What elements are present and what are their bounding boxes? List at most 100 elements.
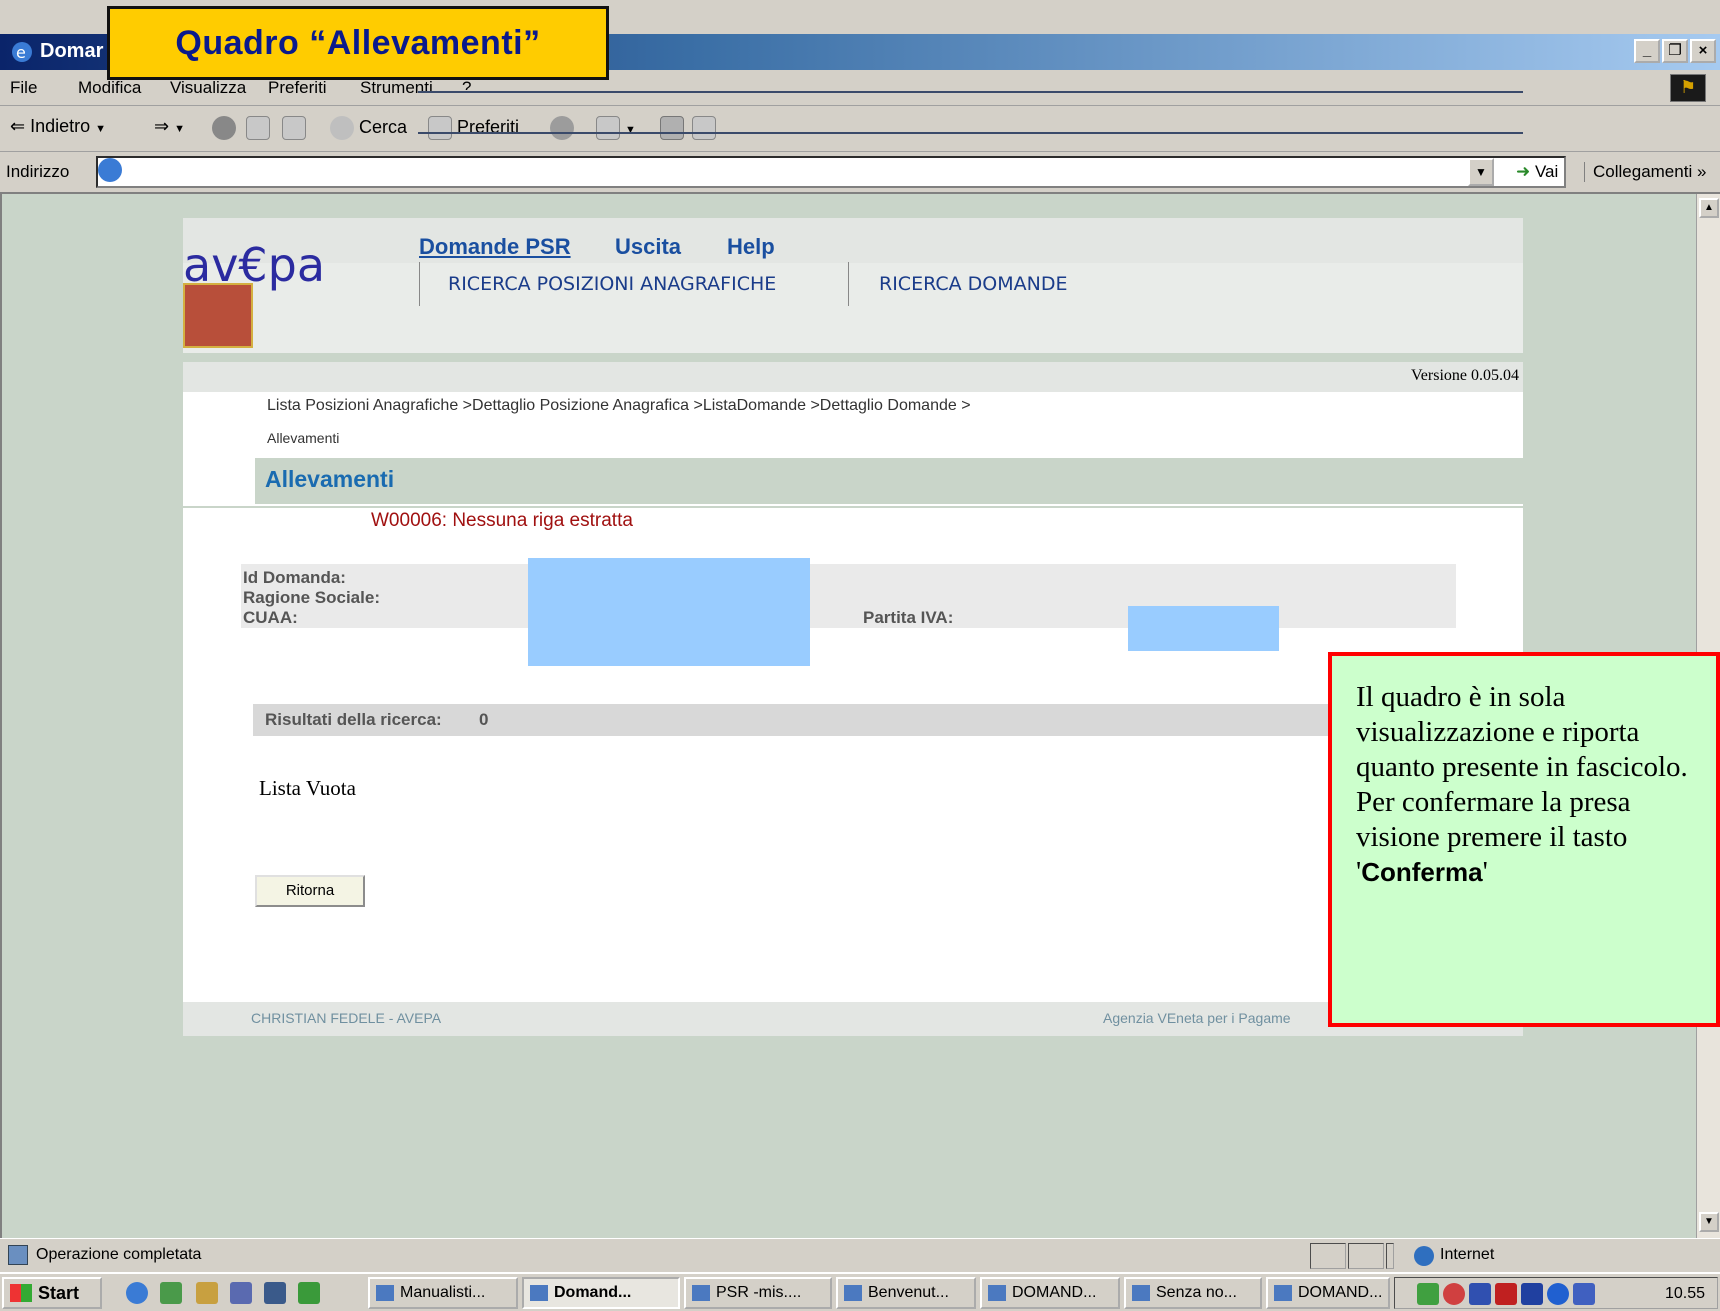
callout-button-name: Conferma: [1361, 857, 1483, 887]
page-title: Allevamenti: [265, 466, 395, 492]
toolbar: ⇐ Indietro ▼ ⇒ ▼ Cerca Preferiti ▼: [0, 106, 1720, 152]
media-quicklaunch-icon[interactable]: [230, 1282, 252, 1304]
main-content: Lista Posizioni Anagrafiche >Dettaglio P…: [183, 392, 1640, 1002]
favorites-button[interactable]: Preferiti: [428, 116, 519, 140]
back-label: Indietro: [30, 116, 91, 136]
home-button[interactable]: [282, 116, 306, 140]
go-arrow-icon: ➜: [1516, 162, 1531, 181]
nav-domande-psr[interactable]: Domande PSR: [419, 234, 571, 260]
address-input[interactable]: [96, 156, 1566, 188]
desktop-quicklaunch-icon[interactable]: [196, 1282, 218, 1304]
mail-button[interactable]: ▼: [596, 116, 636, 140]
menu-modifica[interactable]: Modifica: [78, 78, 141, 98]
internet-zone-icon: [1414, 1246, 1434, 1266]
quadro-label: Quadro “Allevamenti”: [107, 6, 609, 80]
language-icon[interactable]: [1521, 1283, 1543, 1305]
return-button[interactable]: Ritorna: [255, 875, 365, 907]
callout-quote-close: ': [1482, 856, 1488, 888]
history-button[interactable]: [550, 116, 574, 140]
portal-header: av€pa Domande PSR Uscita Help RICERCA PO…: [183, 218, 1523, 353]
tray-icon[interactable]: [1573, 1283, 1595, 1305]
menu-strumenti[interactable]: Strumenti: [360, 78, 433, 98]
ie-icon: e: [10, 40, 34, 64]
stop-button[interactable]: [212, 116, 236, 140]
task-domande-3[interactable]: DOMAND...: [1266, 1277, 1390, 1309]
status-text: Operazione completata: [36, 1246, 202, 1263]
app-quicklaunch-icon[interactable]: [298, 1282, 320, 1304]
status-cell: [1310, 1243, 1346, 1269]
menu-help[interactable]: ?: [462, 78, 471, 98]
print-button[interactable]: [660, 116, 684, 140]
task-manualisti[interactable]: Manualisti...: [368, 1277, 518, 1309]
start-button[interactable]: Start: [2, 1277, 102, 1309]
tray-icon[interactable]: [1417, 1283, 1439, 1305]
menu-visualizza[interactable]: Visualizza: [170, 78, 246, 98]
tray-icon[interactable]: [1469, 1283, 1491, 1305]
tab-ricerca-posizioni[interactable]: RICERCA POSIZIONI ANAGRAFICHE: [419, 262, 849, 306]
ie-quicklaunch-icon[interactable]: [126, 1282, 148, 1304]
menu-file[interactable]: File: [10, 78, 37, 98]
footer-author: CHRISTIAN FEDELE - AVEPA: [251, 1010, 442, 1026]
forward-button[interactable]: ⇒ ▼: [154, 116, 185, 137]
close-button[interactable]: ×: [1690, 39, 1716, 63]
id-domanda-label: Id Domanda:: [243, 568, 346, 587]
links-button[interactable]: Collegamenti »: [1584, 162, 1706, 182]
minimize-button[interactable]: _: [1634, 39, 1660, 63]
tray-icon[interactable]: [1443, 1283, 1465, 1305]
scroll-up-button[interactable]: ▲: [1699, 198, 1719, 218]
page-done-icon: [8, 1245, 28, 1265]
task-psr[interactable]: PSR -mis....: [684, 1277, 832, 1309]
address-label: Indirizzo: [6, 162, 70, 181]
menu-preferiti[interactable]: Preferiti: [268, 78, 327, 98]
task-senza-nome[interactable]: Senza no...: [1124, 1277, 1262, 1309]
scroll-down-button[interactable]: ▼: [1699, 1212, 1719, 1232]
task-domande-active[interactable]: Domand...: [522, 1277, 680, 1309]
tray-icon[interactable]: [1547, 1283, 1569, 1305]
outlook-quicklaunch-icon[interactable]: [160, 1282, 182, 1304]
edit-button[interactable]: [692, 116, 716, 140]
back-button[interactable]: ⇐ Indietro ▼: [10, 116, 106, 137]
chevron-down-icon: ▼: [1475, 165, 1487, 179]
search-label: Cerca: [359, 116, 408, 137]
tab-divider: [418, 91, 1523, 93]
history-icon: [550, 116, 574, 140]
task-domande-2[interactable]: DOMAND...: [980, 1277, 1120, 1309]
status-bar: Operazione completata Internet: [0, 1238, 1720, 1272]
nav-help[interactable]: Help: [727, 234, 775, 260]
edit-icon: [692, 116, 716, 140]
window-title: Domar: [40, 40, 104, 62]
cuaa-label: CUAA:: [243, 608, 298, 627]
maximize-button[interactable]: ❐: [1662, 39, 1688, 63]
page-icon: [98, 158, 122, 182]
refresh-button[interactable]: [246, 116, 270, 140]
header-band: [183, 218, 1523, 263]
mail-icon: [596, 116, 620, 140]
redacted-field: [528, 558, 810, 666]
tray-icon[interactable]: [1495, 1283, 1517, 1305]
status-message: W00006: Nessuna riga estratta: [371, 510, 633, 531]
results-count: 0: [479, 710, 489, 729]
version-text: Versione 0.05.04: [1411, 367, 1519, 384]
links-label: Collegamenti: [1593, 162, 1693, 181]
address-dropdown-button[interactable]: ▼: [1468, 158, 1494, 186]
tab-ricerca-domande[interactable]: RICERCA DOMANDE: [851, 262, 1171, 306]
empty-list-text: Lista Vuota: [259, 776, 356, 800]
footer-agency: Agenzia VEneta per i Pagame: [1103, 1010, 1291, 1026]
divider: [183, 506, 1523, 508]
system-tray: 10.55: [1394, 1277, 1718, 1309]
section-header-band: [255, 458, 1640, 504]
task-benvenuto[interactable]: Benvenut...: [836, 1277, 976, 1309]
status-cell: [1348, 1243, 1384, 1269]
chevron-right-icon: »: [1696, 162, 1707, 181]
back-arrow-icon: ⇐: [10, 116, 26, 136]
calc-quicklaunch-icon[interactable]: [264, 1282, 286, 1304]
status-cell: [1386, 1243, 1394, 1269]
breadcrumb[interactable]: Lista Posizioni Anagrafiche >Dettaglio P…: [267, 397, 971, 415]
page-footer: CHRISTIAN FEDELE - AVEPA Agenzia VEneta …: [183, 1002, 1523, 1036]
lion-crest-icon: [183, 283, 253, 348]
breadcrumb-current: Allevamenti: [267, 430, 340, 446]
ragione-sociale-label: Ragione Sociale:: [243, 588, 380, 607]
search-button[interactable]: Cerca: [330, 116, 407, 140]
go-button[interactable]: ➜ Vai: [1516, 162, 1558, 182]
nav-uscita[interactable]: Uscita: [615, 234, 681, 260]
